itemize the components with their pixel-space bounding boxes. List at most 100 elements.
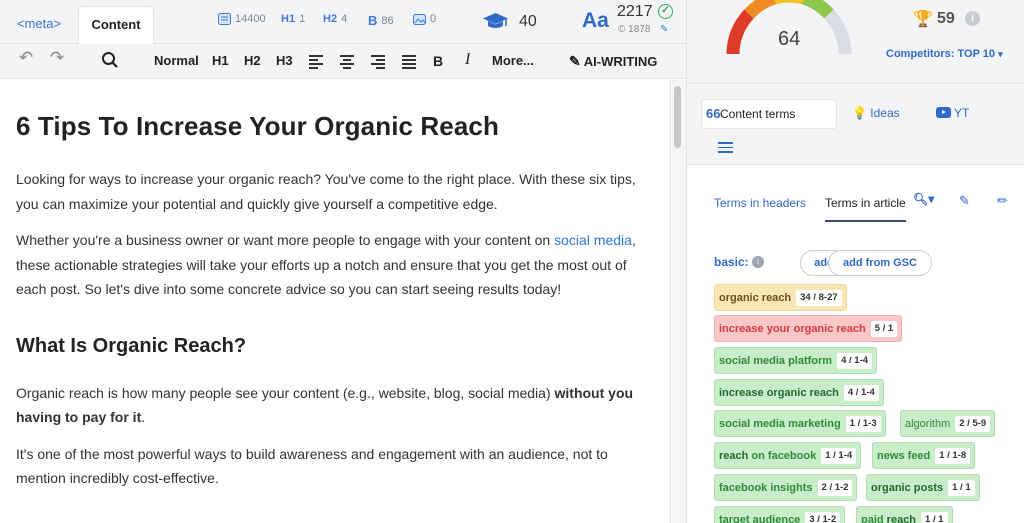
italic-button[interactable]: I [465, 51, 470, 71]
term-chip[interactable]: paid reach 1 / 1 [856, 506, 953, 523]
align-center-icon[interactable] [340, 55, 354, 69]
magic-wand-icon: ✎ [569, 53, 581, 69]
undo-icon[interactable]: ↶ [19, 49, 33, 69]
ai-writing-button[interactable]: ✎ AI-WRITING [569, 52, 657, 72]
h2-count-value: 4 [341, 13, 348, 25]
panel-tabs: 66 Content terms 💡 Ideas YT [687, 85, 1024, 165]
tab-meta[interactable]: <meta> [0, 6, 78, 44]
trophy-icon: 🏆 [913, 11, 933, 28]
lightbulb-icon: 💡 [852, 106, 867, 120]
terms-subtabs: Terms in headers Terms in article 🔍︎▾ ✎ … [687, 186, 1024, 226]
term-count: 1 / 1-8 [935, 448, 971, 464]
tab-yt[interactable]: YT [936, 99, 969, 129]
paragraph-definition-text-a: Organic reach is how many people see you… [16, 384, 555, 401]
tab-content[interactable]: Content [78, 6, 154, 45]
heading-1-button[interactable]: H1 [212, 52, 229, 72]
term-chip[interactable]: algorithm 2 / 5-9 [900, 410, 996, 437]
document-icon [218, 13, 231, 25]
tab-yt-label: YT [954, 106, 970, 120]
h1-icon: H1 [281, 13, 296, 25]
image-count-stat: 0 [413, 13, 436, 25]
highlighter-icon[interactable]: ✎ [959, 193, 970, 209]
word-count-value: 14400 [235, 13, 266, 25]
char-score-primary: 2217 [617, 3, 653, 20]
h2-count-stat: H2 4 [323, 13, 347, 25]
term-chip[interactable]: news feed 1 / 1-8 [872, 442, 976, 469]
basic-info-icon[interactable]: i [752, 256, 764, 268]
term-chip[interactable]: facebook insights 2 / 1-2 [714, 474, 858, 501]
word-count-stat: 14400 [218, 13, 266, 25]
char-score-secondary: © 1878 [618, 24, 651, 35]
heading-2-button[interactable]: H2 [244, 52, 261, 72]
paragraph-audience-text-a: Whether you're a business owner or want … [16, 232, 555, 248]
bold-count-stat: B 86 [368, 13, 394, 28]
font-size-icon[interactable]: Aa [582, 9, 609, 33]
social-media-link[interactable]: social media [554, 232, 632, 248]
editor-content[interactable]: 6 Tips To Increase Your Organic Reach Lo… [0, 80, 670, 523]
settings-sliders-icon[interactable] [718, 142, 733, 154]
editor-scrollbar-thumb[interactable] [674, 86, 681, 148]
term-text: target audience [719, 514, 801, 523]
readability-grade-value: 40 [519, 13, 537, 30]
term-chip[interactable]: social media platform 4 / 1-4 [714, 347, 878, 374]
ai-writing-label: AI-WRITING [583, 54, 658, 69]
search-filter-icon[interactable]: 🔍︎▾ [913, 192, 934, 206]
term-chip[interactable]: increase organic reach 4 / 1-4 [714, 379, 884, 406]
term-chip[interactable]: increase your organic reach 5 / 1 [714, 315, 903, 342]
term-text: organic reach [719, 292, 792, 304]
term-text-bold: reach [886, 514, 917, 523]
term-count: 4 / 1-4 [837, 353, 873, 369]
term-chip[interactable]: social media marketing 1 / 1-3 [714, 410, 886, 437]
pencil-icon[interactable]: ✏︎ [997, 193, 1008, 209]
bold-icon: B [368, 13, 378, 28]
char-score-secondary-value: 1878 [628, 24, 651, 35]
term-text: paid [861, 514, 887, 523]
term-chip[interactable]: organic reach 34 / 8-27 [714, 284, 847, 311]
subtab-terms-in-headers[interactable]: Terms in headers [714, 196, 806, 210]
term-count: 1 / 1-4 [821, 448, 857, 464]
image-count-value: 0 [430, 13, 437, 25]
h2-icon: H2 [323, 13, 338, 25]
chevron-down-icon: ▾ [998, 49, 1003, 59]
quote-icon: 66 [706, 106, 721, 121]
add-from-gsc-button[interactable]: add from GSC [828, 250, 932, 276]
competitors-dropdown[interactable]: Competitors: TOP 10 ▾ [886, 48, 1003, 60]
align-left-icon[interactable] [309, 55, 323, 69]
paragraph-powerful: It's one of the most powerful ways to bu… [16, 445, 608, 487]
term-count: 1 / 1-3 [845, 416, 881, 432]
term-count: 2 / 5-9 [955, 416, 991, 432]
article-title: 6 Tips To Increase Your Organic Reach [16, 111, 499, 141]
subtab-terms-in-article[interactable]: Terms in article [825, 196, 906, 222]
term-text: facebook insights [719, 482, 813, 494]
term-count: 1 / 1 [921, 512, 948, 523]
edit-small-icon[interactable]: ✎ [660, 24, 668, 35]
align-justify-icon[interactable] [402, 55, 416, 69]
editor-app: { "header": { "tabs": ["<meta>", "Conten… [0, 0, 1024, 523]
term-count: 1 / 1 [948, 480, 975, 496]
term-chip[interactable]: target audience 3 / 1-2 [714, 506, 846, 523]
paragraph-style-normal-button[interactable]: Normal [154, 52, 199, 72]
align-right-icon[interactable] [371, 55, 385, 69]
search-icon[interactable] [101, 50, 119, 70]
term-text: algorithm [905, 418, 951, 430]
score-header: 64 🏆 59 i Competitors: TOP 10 ▾ [687, 0, 1024, 84]
redo-icon[interactable]: ↷ [50, 49, 64, 69]
image-icon [413, 13, 426, 25]
content-score-value: 64 [778, 28, 801, 50]
heading-3-button[interactable]: H3 [276, 52, 293, 72]
check-circle-icon: ✓ [658, 4, 673, 19]
term-chip[interactable]: organic posts 1 / 1 [866, 474, 980, 501]
tab-ideas[interactable]: 💡 Ideas [852, 99, 900, 129]
youtube-icon [936, 107, 951, 118]
bold-button[interactable]: B [433, 52, 443, 72]
info-icon[interactable]: i [965, 11, 980, 26]
term-text: news feed [877, 450, 931, 462]
h1-count-value: 1 [299, 13, 306, 25]
tab-content-terms[interactable]: 66 Content terms [701, 99, 837, 129]
more-button[interactable]: More... [492, 52, 534, 72]
term-chip[interactable]: reach on facebook 1 / 1-4 [714, 442, 862, 469]
term-count: 34 / 8-27 [796, 290, 842, 306]
term-text: social media platform [719, 355, 833, 367]
paragraph-audience: Whether you're a business owner or want … [16, 228, 654, 302]
term-text: increase your organic reach [719, 323, 866, 335]
